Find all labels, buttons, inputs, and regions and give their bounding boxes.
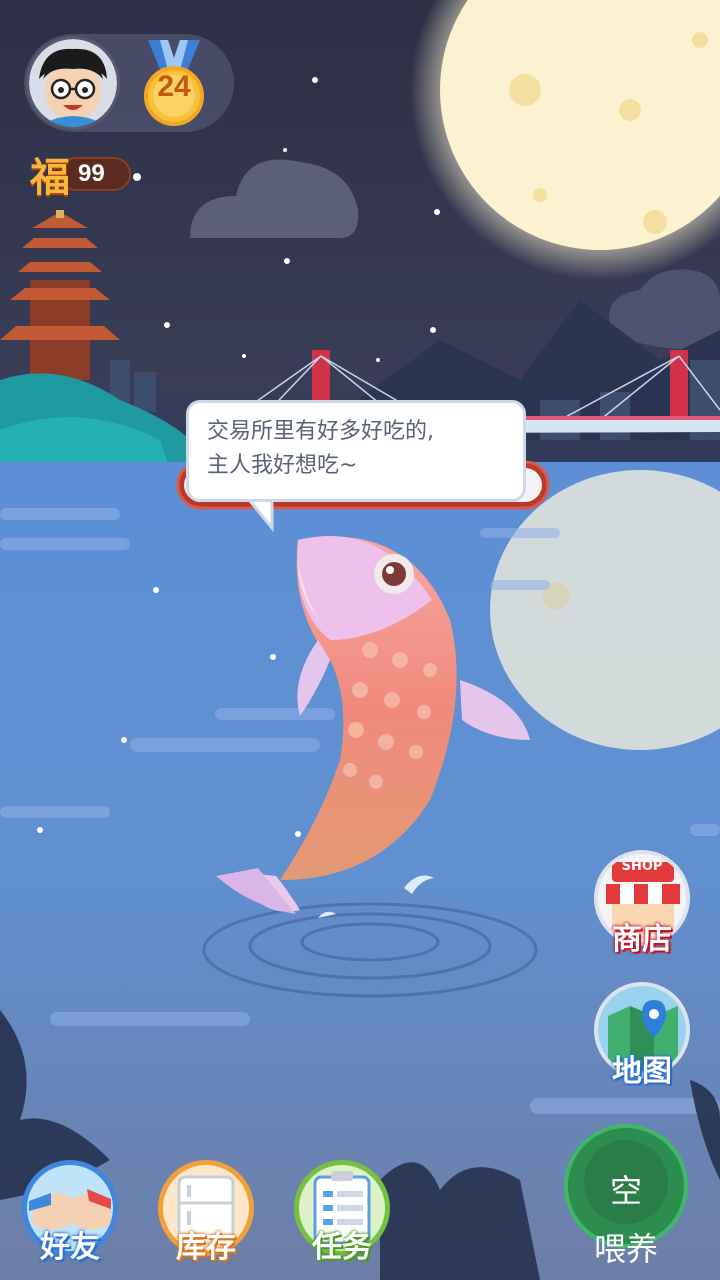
friends-label: 好友 [40,1230,100,1265]
shop-sign: SHOP [621,859,663,874]
fu-count: 99 [78,160,105,187]
avatar-face-icon [29,39,117,127]
player-avatar[interactable] [26,36,120,130]
speech-line-2: 主人我好想吃~ [207,453,358,478]
inventory-label: 库存 [176,1230,236,1265]
speech-bubble: 交易所里有好多好吃的, 主人我好想吃~ [186,400,526,502]
player-level: 24 [157,70,191,103]
feed-label: 喂养 [593,1230,658,1268]
pagoda [0,210,120,380]
map-label: 地图 [612,1054,672,1089]
shop-label: 商店 [612,922,672,957]
feed-status: 空 [609,1172,642,1210]
fu-icon: 福 [30,154,70,201]
game-scene: 24 福 99 交易所里有好多好吃的, 主人我好想吃~ SHOP 商店 地图 好… [0,0,720,1280]
tasks-label: 任务 [312,1230,372,1265]
speech-line-1: 交易所里有好多好吃的, [207,419,434,444]
